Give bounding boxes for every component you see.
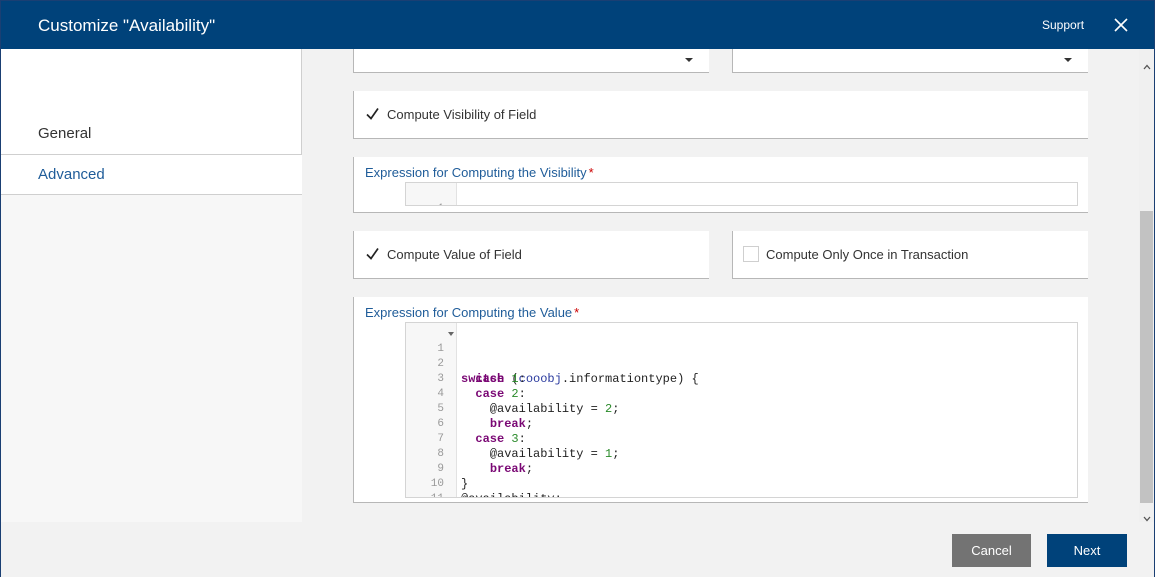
- value-checkbox-panel: Compute Value of Field: [353, 231, 709, 279]
- code-line: 10 @availability;: [406, 462, 562, 497]
- code-line: 6 case 3:: [406, 402, 525, 446]
- dialog-header: Customize "Availability" Support: [1, 1, 1154, 49]
- compute-visibility-label: Compute Visibility of Field: [387, 106, 537, 122]
- code-line: 4 @availability = 2;: [406, 372, 619, 416]
- content-scrollbar[interactable]: [1139, 49, 1154, 522]
- fold-arrow-icon[interactable]: [448, 332, 454, 336]
- dialog-footer: Cancel Next: [1, 522, 1154, 577]
- sidebar-item-label: General: [38, 125, 92, 142]
- code-line: 2 case 1:: [406, 342, 525, 386]
- value-expression-label: Expression for Computing the Value *: [365, 305, 580, 320]
- visibility-expression-panel: Expression for Computing the Visibility *…: [353, 157, 1088, 213]
- code-text: @availability = 1;: [461, 447, 620, 461]
- visibility-checkbox-panel: Compute Visibility of Field: [353, 91, 1088, 139]
- dropdown-left[interactable]: [353, 49, 709, 73]
- compute-value-label: Compute Value of Field: [387, 246, 522, 262]
- value-code-editor[interactable]: 1 switch (cooobj.informationtype) { 2 ca…: [405, 322, 1078, 498]
- code-line: 5 break;: [406, 387, 533, 431]
- sidebar-item-label: Advanced: [38, 166, 105, 183]
- compute-once-label: Compute Only Once in Transaction: [766, 246, 969, 262]
- code-line: 1 switch (cooobj.informationtype) {: [406, 327, 699, 386]
- compute-value-checkbox[interactable]: Compute Value of Field: [364, 246, 522, 262]
- required-marker: *: [588, 165, 594, 180]
- value-expression-panel: Expression for Computing the Value * 1 sw…: [353, 297, 1088, 503]
- sidebar-item-advanced[interactable]: Advanced: [1, 155, 302, 195]
- chevron-down-icon: [685, 58, 693, 62]
- cancel-button[interactable]: Cancel: [952, 534, 1031, 567]
- line-number: 11: [406, 492, 444, 497]
- line-number: 1: [406, 202, 444, 205]
- once-checkbox-panel: Compute Only Once in Transaction: [732, 231, 1088, 279]
- compute-once-checkbox[interactable]: Compute Only Once in Transaction: [743, 246, 968, 262]
- code-line: 1 cooobj.availability;: [406, 187, 478, 205]
- scroll-up-icon[interactable]: [1143, 57, 1151, 75]
- chevron-down-icon: [1064, 58, 1072, 62]
- code-text: @availability = 2;: [461, 402, 620, 416]
- code-line: 11: [406, 477, 478, 497]
- dropdown-right[interactable]: [732, 49, 1088, 73]
- code-line: 7 @availability = 1;: [406, 417, 619, 461]
- scrollbar-thumb[interactable]: [1140, 211, 1153, 503]
- required-marker: *: [574, 305, 580, 320]
- checkmark-icon: [364, 106, 380, 122]
- checkbox-empty: [743, 246, 759, 262]
- dialog-title: Customize "Availability": [38, 16, 216, 35]
- close-icon[interactable]: [1111, 15, 1131, 35]
- code-line: 8 break;: [406, 432, 533, 476]
- code-line: 3 case 2:: [406, 357, 525, 401]
- visibility-expression-label: Expression for Computing the Visibility *: [365, 165, 594, 180]
- visibility-code-editor[interactable]: 1 cooobj.availability;: [405, 182, 1078, 206]
- sidebar-empty-area: [1, 195, 302, 522]
- next-button[interactable]: Next: [1047, 534, 1127, 567]
- compute-visibility-checkbox[interactable]: Compute Visibility of Field: [364, 106, 536, 122]
- content-area: Compute Visibility of Field Expression f…: [303, 49, 1139, 522]
- code-line: 9 }: [406, 447, 478, 491]
- sidebar-item-general[interactable]: General: [1, 122, 302, 155]
- support-link[interactable]: Support: [1042, 18, 1084, 32]
- checkmark-icon: [364, 246, 380, 262]
- sidebar: General Advanced: [1, 49, 302, 522]
- customize-dialog: Customize "Availability" Support General…: [0, 0, 1155, 577]
